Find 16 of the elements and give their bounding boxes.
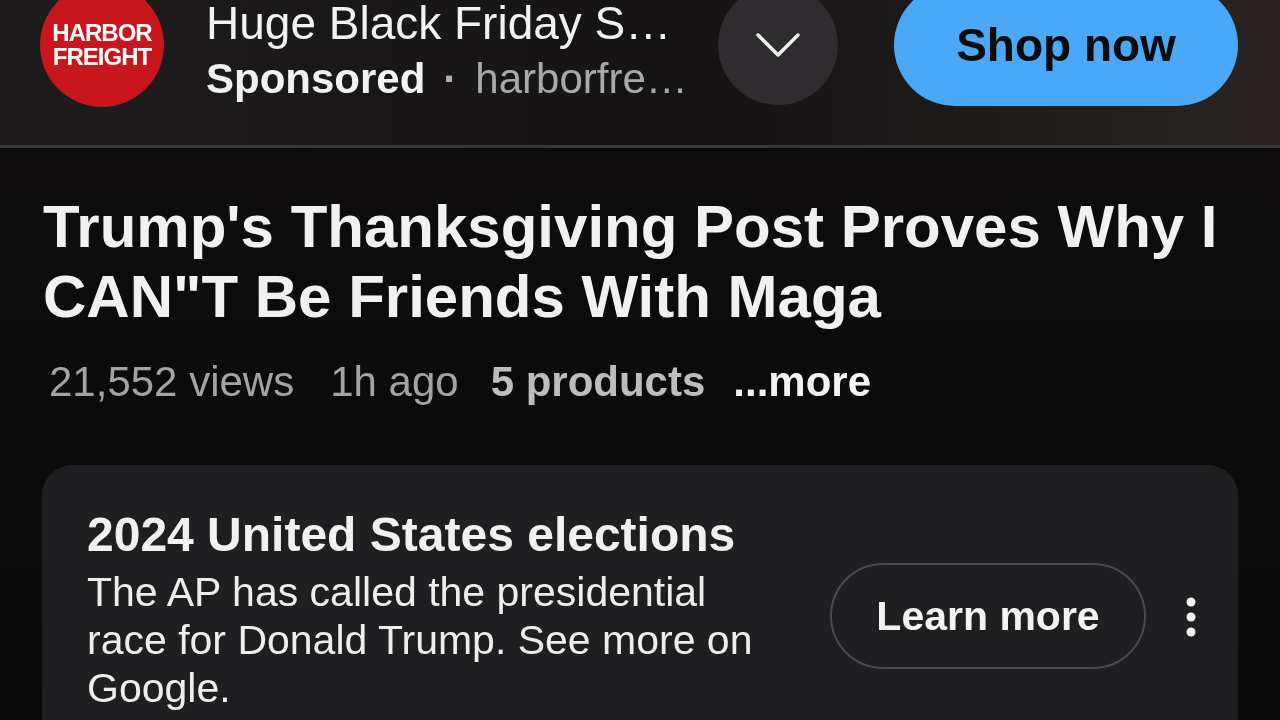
view-count: 21,552 views (49, 357, 295, 407)
shop-now-button[interactable]: Shop now (894, 0, 1238, 106)
sponsored-label: Sponsored (206, 55, 426, 103)
video-title: Trump's Thanksgiving Post Proves Why I CAN"T Be Friends With Maga (43, 192, 1219, 332)
more-options-icon[interactable] (1186, 597, 1196, 637)
products-link[interactable]: 5 products (490, 357, 706, 407)
advertiser-logo: HARBOR FREIGHT (40, 0, 164, 107)
separator-dot: · (443, 55, 458, 103)
upload-age: 1h ago (330, 357, 459, 407)
learn-more-button[interactable]: Learn more (830, 563, 1146, 669)
more-link[interactable]: ...more (733, 357, 872, 407)
info-panel-title: 2024 United States elections (87, 507, 737, 563)
ad-title: Huge Black Friday S… (206, 0, 673, 49)
info-panel-text: The AP has called the presidential race for Donald Trump. See more on Google. (87, 568, 754, 712)
ad-domain: harborfre… (475, 55, 688, 103)
chevron-down-icon (756, 33, 800, 57)
